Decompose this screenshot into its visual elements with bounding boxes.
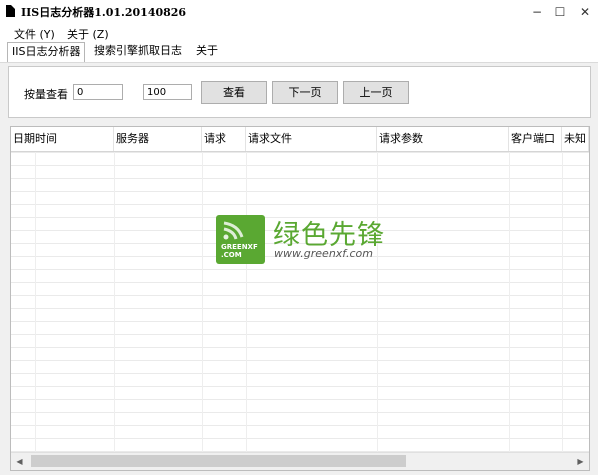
minimize-button[interactable]: − — [526, 2, 548, 22]
scrollbar-thumb[interactable] — [31, 455, 406, 467]
scroll-right-arrow-icon[interactable]: ▶ — [572, 453, 589, 470]
title-bar: IIS日志分析器1.01.20140826 − ☐ ✕ — [0, 0, 598, 24]
tab-about[interactable]: 关于 — [192, 42, 222, 60]
column-header-request[interactable]: 请求 — [202, 127, 246, 151]
grid-line — [35, 152, 36, 454]
tab-bar: IIS日志分析器 搜索引擎抓取日志 关于 — [0, 40, 598, 63]
start-input[interactable]: 0 — [73, 84, 123, 100]
watermark-logo-icon: GREENXF .COM — [216, 215, 265, 264]
table-body[interactable] — [11, 152, 589, 454]
watermark-logo-text-1: GREENXF — [221, 243, 258, 251]
grid-line — [377, 152, 378, 454]
count-view-label: 按量查看 — [24, 88, 68, 101]
scroll-left-arrow-icon[interactable]: ◀ — [11, 453, 28, 470]
horizontal-scrollbar[interactable]: ◀ ▶ — [11, 452, 589, 470]
watermark-url: www.greenxf.com — [274, 247, 373, 260]
view-button[interactable]: 查看 — [201, 81, 267, 104]
watermark-logo-text-2: .COM — [221, 251, 242, 259]
watermark: GREENXF .COM 绿色先锋 www.greenxf.com — [216, 215, 406, 265]
count-input[interactable]: 100 — [143, 84, 192, 100]
table-header: 日期时间 服务器 请求 请求文件 请求参数 客户端口 未知 — [11, 127, 589, 152]
close-button[interactable]: ✕ — [574, 2, 596, 22]
tab-search-engine-crawl[interactable]: 搜索引擎抓取日志 — [90, 42, 186, 60]
watermark-logo-text: GREENXF .COM — [221, 243, 258, 259]
prev-page-button[interactable]: 上一页 — [343, 81, 409, 104]
column-header-request-params[interactable]: 请求参数 — [377, 127, 509, 151]
window-title: IIS日志分析器1.01.20140826 — [21, 6, 187, 19]
grid-line — [114, 152, 115, 454]
app-icon — [6, 5, 15, 17]
maximize-button[interactable]: ☐ — [549, 2, 571, 22]
grid-line — [202, 152, 203, 454]
grid-line — [246, 152, 247, 454]
grid-line — [562, 152, 563, 454]
query-panel: 按量查看 0 100 查看 下一页 上一页 — [8, 66, 591, 118]
log-table[interactable]: 日期时间 服务器 请求 请求文件 请求参数 客户端口 未知 ◀ ▶ — [10, 126, 590, 471]
column-header-server[interactable]: 服务器 — [114, 127, 202, 151]
grid-line — [509, 152, 510, 454]
next-page-button[interactable]: 下一页 — [272, 81, 338, 104]
column-header-request-file[interactable]: 请求文件 — [246, 127, 377, 151]
column-header-datetime[interactable]: 日期时间 — [11, 127, 114, 151]
column-header-client-port[interactable]: 客户端口 — [509, 127, 562, 151]
column-header-unknown[interactable]: 未知 — [562, 127, 589, 151]
tab-iis-analyzer[interactable]: IIS日志分析器 — [7, 42, 86, 62]
